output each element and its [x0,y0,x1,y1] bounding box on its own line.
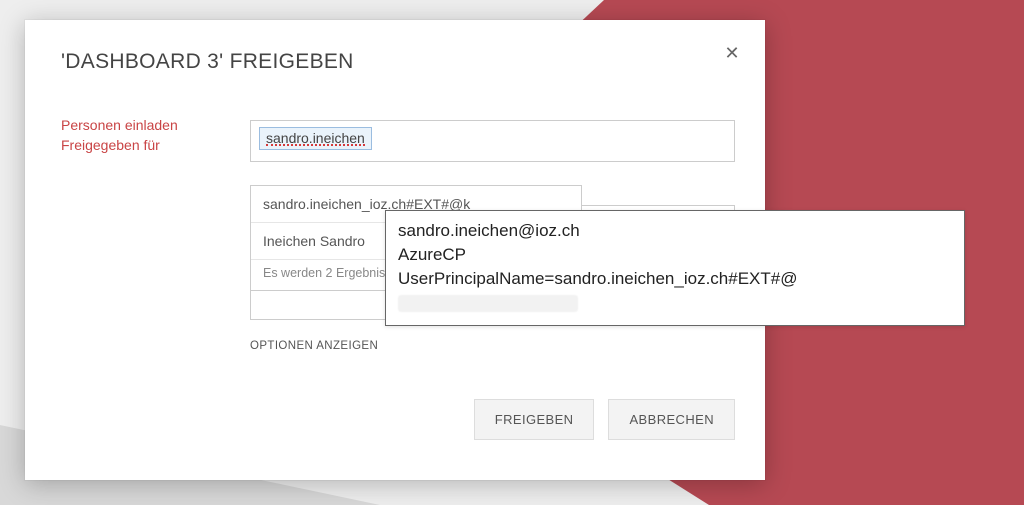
tab-shared-with[interactable]: Freigegeben für [61,135,216,155]
share-button[interactable]: FREIGEBEN [474,399,595,440]
dialog-actions: FREIGEBEN ABBRECHEN [474,399,735,440]
side-tabs: Personen einladen Freigegeben für [61,115,216,155]
redacted-blur [398,295,578,312]
close-icon[interactable]: ✕ [721,42,743,64]
tooltip-provider: AzureCP [398,243,952,267]
dialog-title: 'DASHBOARD 3' FREIGEBEN [61,50,354,74]
show-options-link[interactable]: OPTIONEN ANZEIGEN [250,340,378,352]
tooltip-email: sandro.ineichen@ioz.ch [398,219,952,243]
tab-invite-people[interactable]: Personen einladen [61,115,216,135]
people-chip[interactable]: sandro.ineichen [259,127,372,150]
cancel-button[interactable]: ABBRECHEN [608,399,735,440]
people-picker-input[interactable]: sandro.ineichen [250,120,735,162]
person-tooltip: sandro.ineichen@ioz.ch AzureCP UserPrinc… [385,210,965,326]
spellcheck-underline [266,144,365,146]
tooltip-upn: UserPrincipalName=sandro.ineichen_ioz.ch… [398,267,952,315]
tooltip-upn-prefix: UserPrincipalName=sandro.ineichen_ioz.ch… [398,269,797,288]
